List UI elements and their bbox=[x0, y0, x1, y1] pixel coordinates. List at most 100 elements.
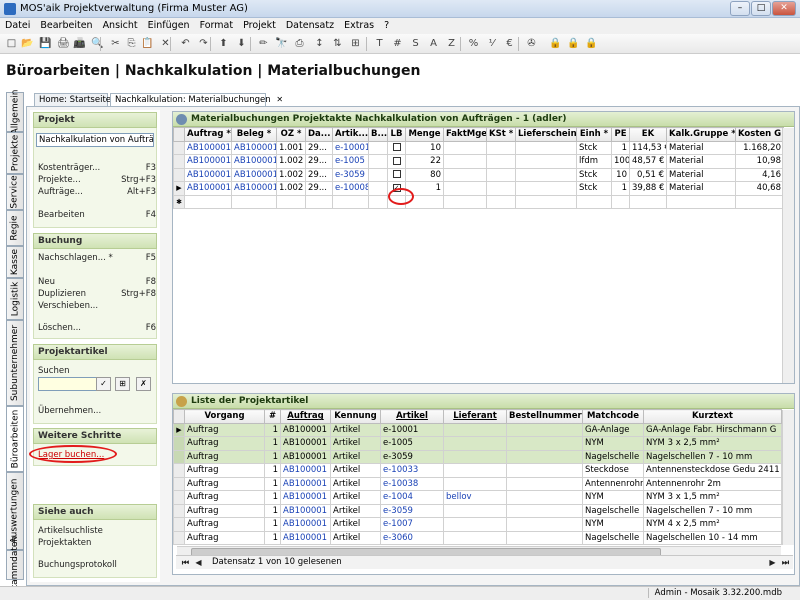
lb-cell[interactable] bbox=[387, 140, 406, 155]
row-selector[interactable] bbox=[173, 463, 185, 478]
table-cell[interactable] bbox=[515, 194, 577, 209]
table-cell[interactable] bbox=[515, 167, 577, 182]
table-cell[interactable]: AB100001 bbox=[280, 517, 331, 532]
table-cell[interactable]: 1 bbox=[264, 503, 281, 518]
toolbar-button-16[interactable]: ⎙ bbox=[292, 37, 307, 51]
column-header[interactable]: Vorgang bbox=[184, 409, 265, 424]
table-cell[interactable]: Material bbox=[666, 181, 736, 196]
table-cell[interactable] bbox=[443, 463, 507, 478]
table-cell[interactable] bbox=[506, 476, 583, 491]
table-row[interactable]: Auftrag 1 AB100001 Artikel e-10033 Steckdose A… bbox=[173, 463, 782, 478]
table-cell[interactable]: Artikel bbox=[330, 490, 381, 505]
table-cell[interactable]: 1 bbox=[264, 436, 281, 451]
vtab-kasse[interactable]: Kasse bbox=[6, 246, 24, 278]
table-cell[interactable]: 10 bbox=[611, 167, 630, 182]
row-selector[interactable]: ▶ bbox=[173, 181, 185, 196]
menu-2[interactable]: Ansicht bbox=[98, 18, 143, 34]
table-cell[interactable] bbox=[184, 194, 232, 209]
toolbar-button-7[interactable]: ⎘ bbox=[124, 37, 139, 51]
table-cell[interactable]: AB100001 bbox=[184, 154, 232, 169]
table-cell[interactable] bbox=[368, 194, 388, 209]
toolbar-button-13[interactable]: ⬇ bbox=[234, 37, 249, 51]
column-header[interactable]: Kennung bbox=[330, 409, 381, 424]
column-header[interactable]: Bestellnummer bbox=[506, 409, 583, 424]
column-header[interactable]: Menge bbox=[405, 127, 444, 142]
row-selector[interactable] bbox=[173, 140, 185, 155]
table-cell[interactable]: e-3060 bbox=[380, 530, 444, 545]
table-cell[interactable] bbox=[515, 154, 577, 169]
table-cell[interactable]: Artikel bbox=[330, 503, 381, 518]
column-header[interactable]: # bbox=[264, 409, 281, 424]
table-cell[interactable]: e-1004 bbox=[380, 490, 444, 505]
table-cell[interactable]: Auftrag bbox=[184, 490, 265, 505]
last-record-button[interactable]: ⏭ bbox=[780, 557, 791, 568]
table-cell[interactable] bbox=[735, 194, 784, 209]
task-link-3[interactable]: Bearbeiten F4 bbox=[38, 210, 156, 220]
column-header[interactable]: Kosten G bbox=[735, 127, 784, 142]
table-cell[interactable]: 1 bbox=[611, 140, 630, 155]
table-cell[interactable] bbox=[443, 476, 507, 491]
table-cell[interactable]: 29... bbox=[305, 140, 333, 155]
table-cell[interactable] bbox=[576, 194, 612, 209]
table-cell[interactable]: Auftrag bbox=[184, 422, 265, 437]
table-cell[interactable] bbox=[443, 517, 507, 532]
minimize-button[interactable]: – bbox=[730, 1, 750, 16]
toolbar-button-30[interactable]: 🔒 bbox=[566, 37, 581, 51]
table-cell[interactable]: AB100001 bbox=[280, 436, 331, 451]
column-header[interactable]: OZ * bbox=[276, 127, 306, 142]
table-cell[interactable]: AB100001 bbox=[184, 167, 232, 182]
row-selector[interactable] bbox=[173, 167, 185, 182]
table-cell[interactable]: NYM 3 x 2,5 mm² bbox=[643, 436, 782, 451]
table-cell[interactable] bbox=[486, 167, 516, 182]
table-cell[interactable]: e-10008 bbox=[332, 181, 369, 196]
table-cell[interactable] bbox=[506, 503, 583, 518]
first-record-button[interactable]: ⏮ bbox=[180, 557, 191, 568]
table-cell[interactable]: e-3059 bbox=[332, 167, 369, 182]
toolbar-button-17[interactable]: ↕ bbox=[312, 37, 327, 51]
table-cell[interactable]: Nagelschelle bbox=[582, 503, 644, 518]
table-cell[interactable] bbox=[332, 194, 369, 209]
table-row[interactable]: Auftrag 1 AB100001 Artikel e-1005 NYM NYM 3 x … bbox=[173, 436, 782, 451]
table-cell[interactable]: e-10033 bbox=[380, 463, 444, 478]
toolbar-button-5[interactable]: 🔍 bbox=[90, 37, 105, 51]
table-cell[interactable] bbox=[368, 154, 388, 169]
next-record-button[interactable]: ▶ bbox=[767, 557, 778, 568]
toolbar-button-14[interactable]: ✏ bbox=[256, 37, 271, 51]
table-cell[interactable]: Artikel bbox=[330, 530, 381, 545]
table-cell[interactable] bbox=[443, 140, 487, 155]
table-cell[interactable]: 1.168,20 bbox=[735, 140, 784, 155]
table-cell[interactable] bbox=[666, 194, 736, 209]
close-button[interactable]: ✕ bbox=[772, 1, 796, 16]
table-cell[interactable]: e-10038 bbox=[380, 476, 444, 491]
table-row[interactable]: Auftrag 1 AB100001 Artikel e-1007 NYM NYM 4 x … bbox=[173, 517, 782, 532]
toolbar-button-21[interactable]: # bbox=[390, 37, 405, 51]
table-cell[interactable]: 10 bbox=[405, 140, 444, 155]
table-cell[interactable]: AB100001 bbox=[280, 449, 331, 464]
table-cell[interactable]: AB100001 bbox=[280, 463, 331, 478]
table-cell[interactable]: AB100001 bbox=[231, 154, 277, 169]
table-row[interactable]: ▶ Auftrag 1 AB100001 Artikel e-10001 GA-Anlage… bbox=[173, 422, 782, 437]
toolbar-button-25[interactable]: % bbox=[466, 37, 481, 51]
table-cell[interactable]: Nagelschelle bbox=[582, 449, 644, 464]
table-cell[interactable]: Antennensteckdose Gedu 2411 bbox=[643, 463, 782, 478]
menu-7[interactable]: Extras bbox=[339, 18, 379, 34]
menu-0[interactable]: Datei bbox=[0, 18, 35, 34]
table-cell[interactable]: Nagelschellen 10 - 14 mm bbox=[643, 530, 782, 545]
table-cell[interactable]: NYM bbox=[582, 490, 644, 505]
table-cell[interactable]: GA-Anlage Fabr. Hirschmann G bbox=[643, 422, 782, 437]
table-cell[interactable] bbox=[368, 167, 388, 182]
task-link-1[interactable]: Neu F8 bbox=[38, 277, 156, 287]
menu-3[interactable]: Einfügen bbox=[143, 18, 195, 34]
table-cell[interactable]: Artikel bbox=[330, 463, 381, 478]
table-cell[interactable]: 4,16 bbox=[735, 167, 784, 182]
column-header[interactable]: Beleg * bbox=[231, 127, 277, 142]
table-cell[interactable] bbox=[443, 436, 507, 451]
column-header[interactable]: EK bbox=[629, 127, 667, 142]
table-cell[interactable] bbox=[506, 490, 583, 505]
table-cell[interactable]: 29... bbox=[305, 167, 333, 182]
table-cell[interactable]: Material bbox=[666, 154, 736, 169]
toolbar-button-12[interactable]: ⬆ bbox=[216, 37, 231, 51]
column-header[interactable]: Lieferschein bbox=[515, 127, 577, 142]
table-cell[interactable]: 1 bbox=[264, 476, 281, 491]
table-cell[interactable]: 29... bbox=[305, 154, 333, 169]
